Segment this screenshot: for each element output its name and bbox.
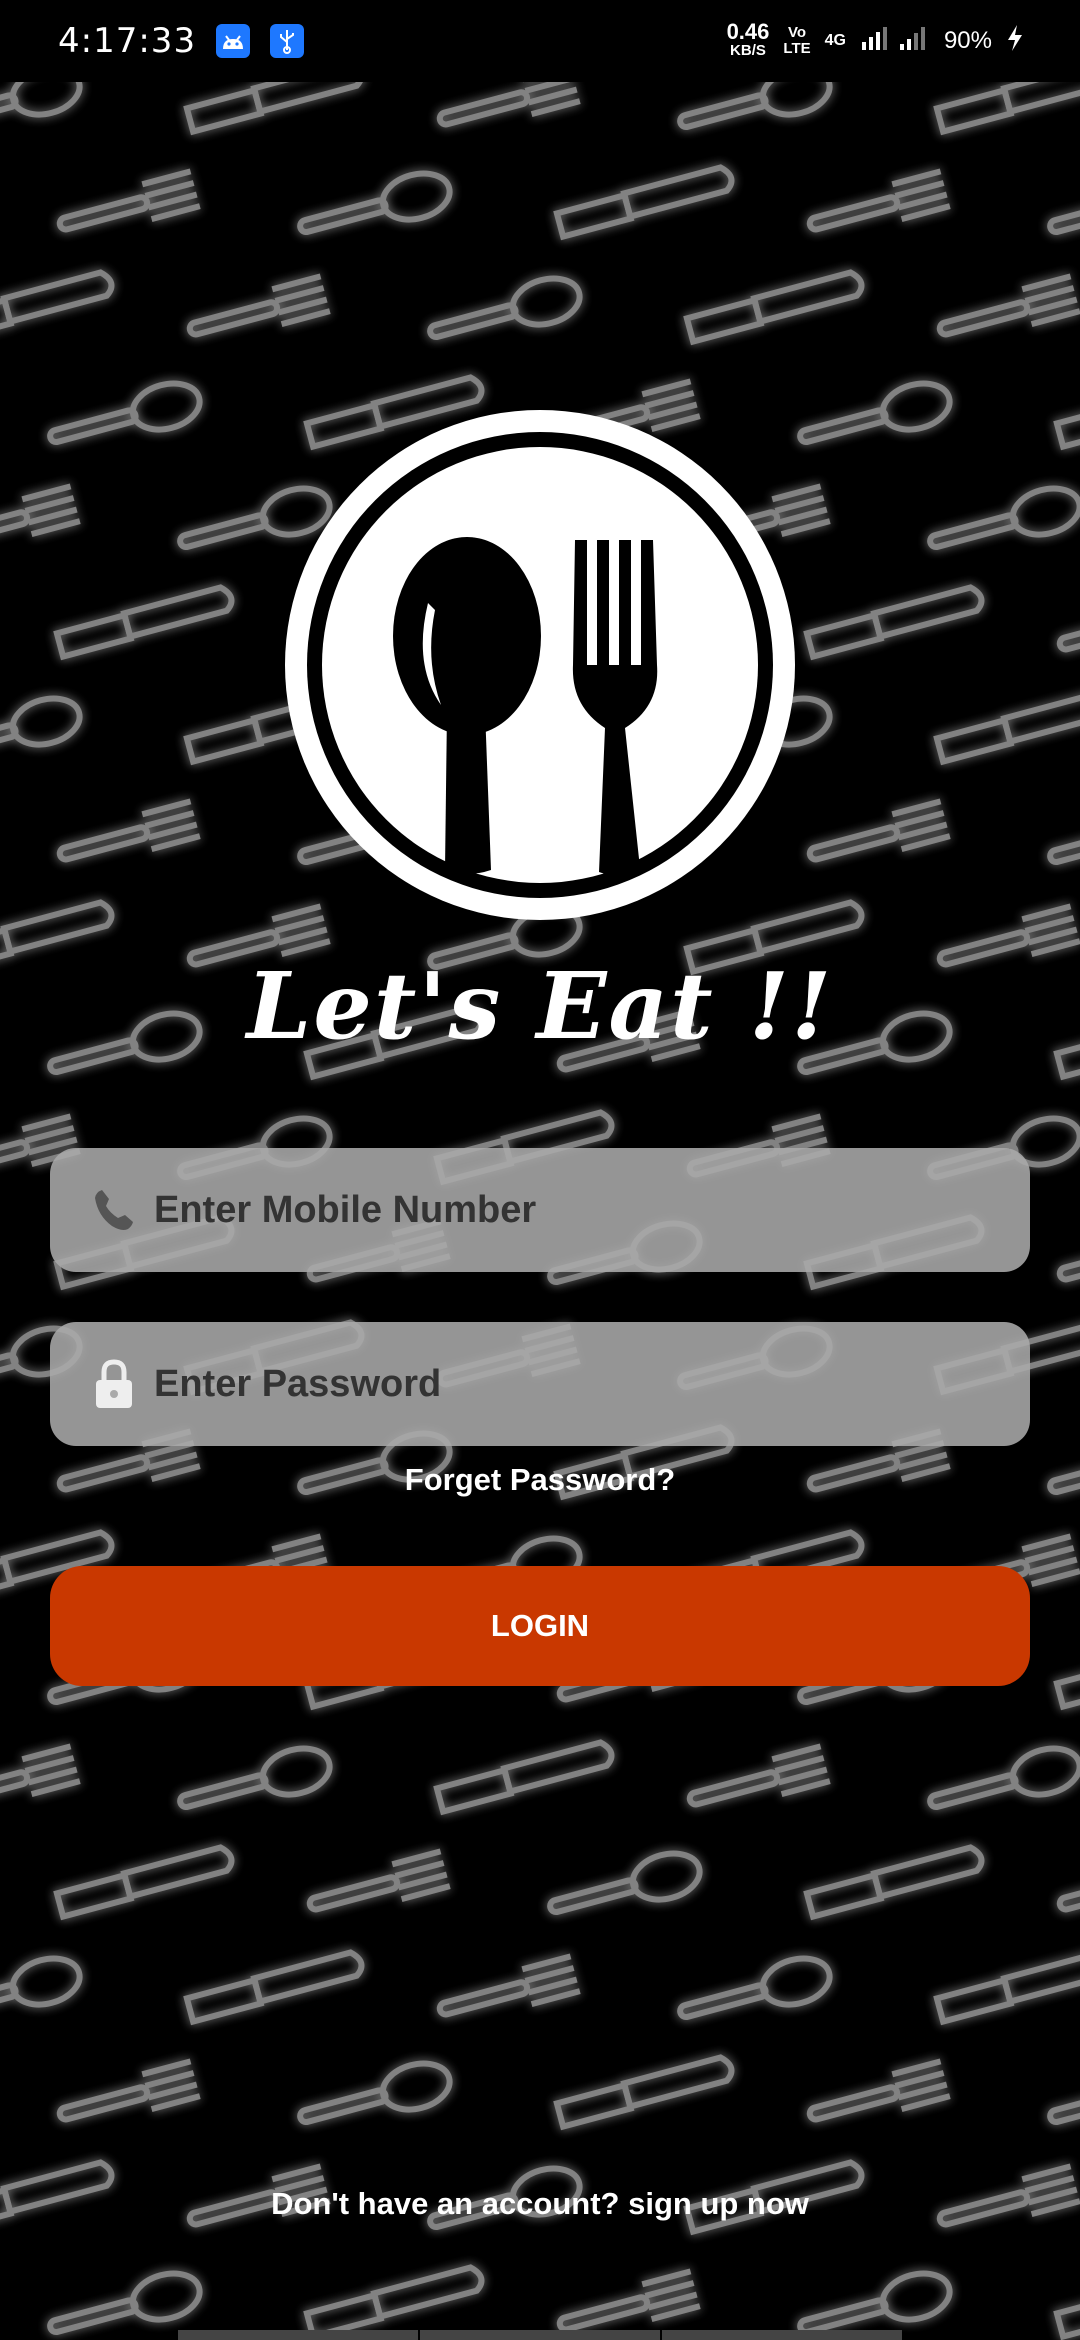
lock-icon: [88, 1358, 140, 1410]
volte-bottom: LTE: [783, 40, 811, 57]
volte-indicator: Vo LTE: [783, 25, 810, 57]
signal-icon: [860, 24, 930, 58]
password-input[interactable]: [152, 1361, 976, 1407]
password-field[interactable]: [50, 1322, 1030, 1446]
status-right: 0.46 KB/S Vo LTE 4G 90%: [726, 19, 1024, 60]
mobile-number-field[interactable]: [50, 1148, 1030, 1272]
nav-bar-segment-1: [178, 2330, 418, 2340]
status-bar: 4:17:33 0.46 KB/S Vo LTE 4G 90%: [0, 0, 1080, 82]
battery-level: 90%: [943, 27, 992, 54]
mobile-number-input[interactable]: [152, 1187, 976, 1233]
signup-link[interactable]: Don't have an account? sign up now: [0, 2186, 1080, 2222]
phone-icon: [88, 1184, 140, 1236]
usb-icon: [270, 24, 305, 58]
charging-icon: [1006, 24, 1024, 58]
speed-value: 0.46: [726, 19, 770, 44]
speed-unit: KB/S: [730, 42, 766, 59]
nav-bar-segment-2: [420, 2330, 660, 2340]
network-type: 4G: [824, 32, 846, 49]
forget-password-row: Forget Password?: [0, 1462, 1080, 1498]
volte-top: Vo: [787, 24, 807, 41]
network-speed: 0.46 KB/S: [726, 19, 770, 60]
forget-password-link[interactable]: Forget Password?: [405, 1462, 675, 1497]
nav-bar-segment-3: [662, 2330, 902, 2340]
status-time: 4:17:33: [58, 21, 197, 61]
android-icon: [216, 24, 251, 58]
login-button[interactable]: LOGIN: [50, 1566, 1030, 1686]
status-left: 4:17:33: [58, 21, 305, 61]
app-title: Let's Eat !!: [246, 952, 834, 1060]
spoon-fork-plate-logo: [285, 410, 795, 920]
